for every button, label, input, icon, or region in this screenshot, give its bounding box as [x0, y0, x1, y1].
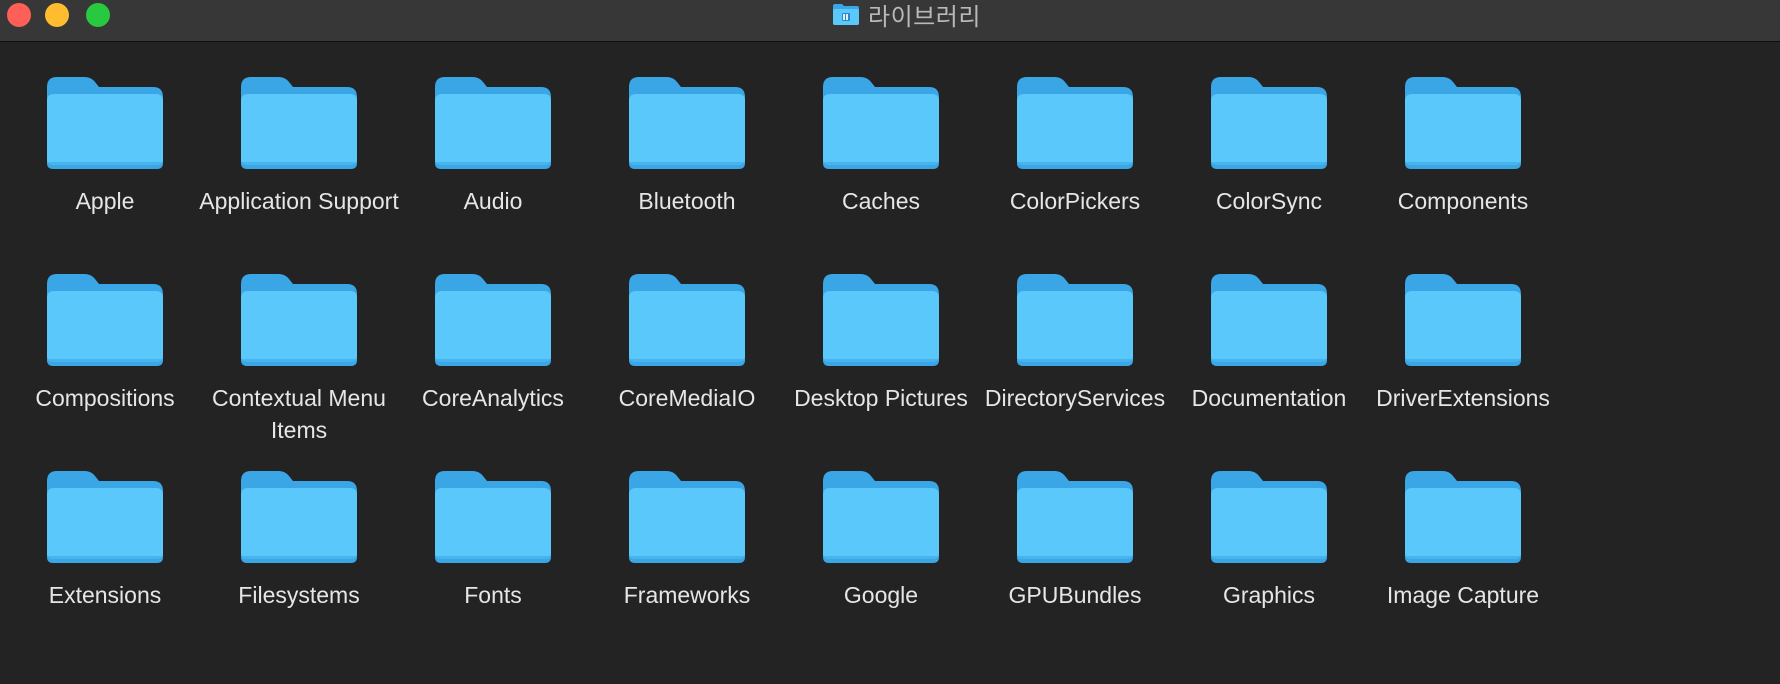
folder-label: DirectoryServices: [984, 385, 1166, 411]
folder-icon: [433, 467, 553, 567]
folder-label: Bluetooth: [638, 188, 736, 214]
folder-item[interactable]: Apple: [0, 73, 210, 263]
folder-icon: [1403, 270, 1523, 370]
folder-icon: [1015, 73, 1135, 173]
folder-label: Fonts: [464, 582, 522, 608]
folder-item[interactable]: Desktop Pictures: [776, 270, 986, 460]
folder-item[interactable]: Compositions: [0, 270, 210, 460]
folder-icon: [239, 270, 359, 370]
folder-item[interactable]: CoreAnalytics: [388, 270, 598, 460]
folder-icon: [1209, 73, 1329, 173]
folder-item[interactable]: Filesystems: [194, 467, 404, 657]
folder-label: Extensions: [48, 582, 162, 608]
folder-icon: [1209, 270, 1329, 370]
folder-item[interactable]: ColorPickers: [970, 73, 1180, 263]
folder-item[interactable]: Caches: [776, 73, 986, 263]
folder-label: Graphics: [1222, 582, 1316, 608]
folder-item[interactable]: Components: [1358, 73, 1568, 263]
folder-label: Filesystems: [238, 582, 360, 608]
folder-item[interactable]: CoreMediaIO: [582, 270, 792, 460]
folder-item[interactable]: Fonts: [388, 467, 598, 657]
folder-icon: [45, 73, 165, 173]
folder-label: Application Support: [199, 188, 399, 214]
folder-label: Documentation: [1191, 385, 1347, 411]
folder-icon: [627, 270, 747, 370]
folder-icon: [1015, 467, 1135, 567]
folder-item[interactable]: Application Support: [194, 73, 404, 263]
folder-label: GPUBundles: [1008, 582, 1142, 608]
folder-label: Desktop Pictures: [794, 385, 968, 411]
folder-grid: Apple Application Support Audio Bluetoot…: [0, 42, 1780, 684]
folder-label: DriverExtensions: [1376, 385, 1550, 411]
folder-label: Image Capture: [1386, 582, 1540, 608]
window-title-area: 라이브러리: [832, 0, 981, 31]
folder-icon: [45, 270, 165, 370]
folder-icon: [821, 467, 941, 567]
title-bar[interactable]: 라이브러리: [0, 0, 1780, 42]
folder-icon: [1209, 467, 1329, 567]
folder-item[interactable]: GPUBundles: [970, 467, 1180, 657]
folder-label: ColorSync: [1215, 188, 1323, 214]
folder-item[interactable]: ColorSync: [1164, 73, 1374, 263]
close-window-button[interactable]: [7, 3, 31, 27]
folder-item[interactable]: Documentation: [1164, 270, 1374, 460]
folder-icon: [433, 270, 553, 370]
folder-item[interactable]: DriverExtensions: [1358, 270, 1568, 460]
folder-item[interactable]: DirectoryServices: [970, 270, 1180, 460]
folder-label: ColorPickers: [1009, 188, 1141, 214]
folder-label: Audio: [463, 188, 523, 214]
minimize-window-button[interactable]: [45, 3, 69, 27]
folder-label: Compositions: [35, 385, 175, 411]
folder-icon: [1403, 73, 1523, 173]
folder-icon: [627, 73, 747, 173]
folder-label: Contextual Menu Items: [212, 385, 386, 443]
folder-label: Caches: [842, 188, 920, 214]
folder-icon: [1403, 467, 1523, 567]
folder-icon: [239, 467, 359, 567]
library-folder-icon: [832, 2, 860, 26]
folder-label: CoreMediaIO: [618, 385, 756, 411]
folder-item[interactable]: Extensions: [0, 467, 210, 657]
folder-label: Components: [1397, 188, 1529, 214]
folder-icon: [1015, 270, 1135, 370]
folder-item[interactable]: Contextual Menu Items: [194, 270, 404, 460]
folder-item[interactable]: Audio: [388, 73, 598, 263]
window-title: 라이브러리: [868, 2, 981, 31]
folder-label: Google: [843, 582, 919, 608]
folder-icon: [627, 467, 747, 567]
folder-label: CoreAnalytics: [422, 385, 564, 411]
folder-label: Frameworks: [623, 582, 751, 608]
folder-item[interactable]: Google: [776, 467, 986, 657]
folder-item[interactable]: Frameworks: [582, 467, 792, 657]
folder-item[interactable]: Image Capture: [1358, 467, 1568, 657]
folder-icon: [239, 73, 359, 173]
zoom-window-button[interactable]: [86, 3, 110, 27]
folder-label: Apple: [75, 188, 135, 214]
folder-icon: [45, 467, 165, 567]
folder-item[interactable]: Bluetooth: [582, 73, 792, 263]
folder-icon: [433, 73, 553, 173]
folder-item[interactable]: Graphics: [1164, 467, 1374, 657]
folder-icon: [821, 270, 941, 370]
folder-icon: [821, 73, 941, 173]
finder-window: 라이브러리 Apple Application Support Audio Bl: [0, 0, 1780, 684]
